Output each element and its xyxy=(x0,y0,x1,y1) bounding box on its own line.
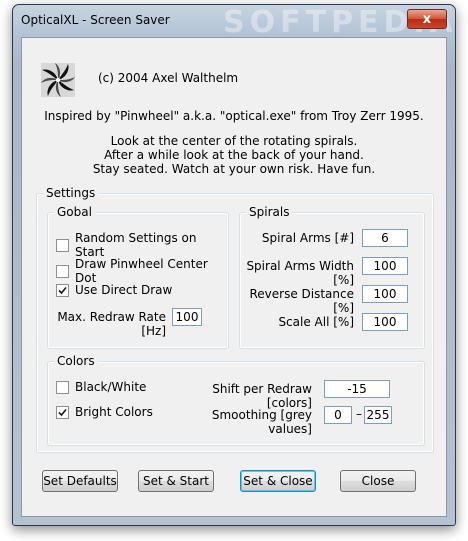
set-defaults-button[interactable]: Set Defaults xyxy=(42,470,118,492)
smoothing-range-dash: – xyxy=(356,407,362,421)
settings-group: Settings Gobal Random Settings on Start … xyxy=(36,186,434,453)
spiral-arms-label: Spiral Arms [#] xyxy=(261,231,354,245)
spirals-group-label: Spirals xyxy=(246,205,293,219)
bright-colors-check-box[interactable] xyxy=(56,405,69,419)
title-bar[interactable]: OpticalXL - Screen Saver SOFTPEDIA x xyxy=(13,5,455,40)
draw-center-dot-checkbox[interactable]: Draw Pinwheel Center Dot xyxy=(56,257,228,285)
scale-all-label: Scale All [%] xyxy=(278,315,354,329)
inspired-text: Inspired by "Pinwheel" a.k.a. "optical.e… xyxy=(44,109,424,123)
black-white-checkbox[interactable]: Black/White xyxy=(56,380,146,394)
window-close-button[interactable]: x xyxy=(407,9,447,29)
black-white-check-box[interactable] xyxy=(56,380,69,394)
set-and-close-button[interactable]: Set & Close xyxy=(240,470,316,492)
spiral-arms-width-label: Spiral Arms Width [%] xyxy=(246,259,354,287)
copyright-text: (c) 2004 Axel Walthelm xyxy=(98,71,239,85)
direct-draw-checkbox[interactable]: Use Direct Draw xyxy=(56,283,172,297)
max-redraw-rate-label: Max. Redraw Rate [Hz] xyxy=(57,310,166,338)
shift-per-redraw-label: Shift per Redraw [colors] xyxy=(212,382,312,410)
scale-all-input[interactable] xyxy=(362,313,408,331)
direct-draw-label: Use Direct Draw xyxy=(75,283,173,297)
colors-group: Colors Black/White Bright Colors Shift p… xyxy=(47,354,425,446)
spiral-arms-input[interactable] xyxy=(362,229,408,247)
max-redraw-rate-input[interactable] xyxy=(172,308,202,326)
direct-draw-check-box[interactable] xyxy=(56,283,69,297)
checkmark-icon xyxy=(58,286,67,294)
random-settings-label: Random Settings on Start xyxy=(75,231,197,259)
spiral-arms-width-input[interactable] xyxy=(362,257,408,275)
reverse-distance-label: Reverse Distance [%] xyxy=(249,287,354,315)
window-title: OpticalXL - Screen Saver xyxy=(21,13,170,27)
smoothing-max-input[interactable] xyxy=(364,406,392,424)
global-group-label: Gobal xyxy=(54,205,95,219)
shift-per-redraw-input[interactable] xyxy=(324,380,390,398)
random-settings-checkbox[interactable]: Random Settings on Start xyxy=(56,231,228,259)
global-group: Gobal Random Settings on Start Draw Pinw… xyxy=(47,205,229,349)
black-white-label: Black/White xyxy=(75,380,147,394)
instruction-line-3: Stay seated. Watch at your own risk. Hav… xyxy=(92,162,376,176)
checkmark-icon xyxy=(58,408,67,416)
smoothing-label: Smoothing [grey values] xyxy=(211,408,312,436)
dialog-client-area: (c) 2004 Axel Walthelm Inspired by "Pinw… xyxy=(21,37,447,517)
reverse-distance-input[interactable] xyxy=(362,285,408,303)
instruction-line-2: After a while look at the back of your h… xyxy=(104,148,364,162)
close-button[interactable]: Close xyxy=(340,470,416,492)
pinwheel-logo-icon xyxy=(41,63,75,97)
smoothing-min-input[interactable] xyxy=(324,406,352,424)
bright-colors-checkbox[interactable]: Bright Colors xyxy=(56,405,153,419)
random-settings-check-box[interactable] xyxy=(56,238,69,252)
set-and-start-button[interactable]: Set & Start xyxy=(138,470,214,492)
close-icon: x xyxy=(422,11,432,27)
settings-group-label: Settings xyxy=(43,186,99,200)
colors-group-label: Colors xyxy=(54,354,98,368)
spirals-group: Spirals Spiral Arms [#] Spiral Arms Widt… xyxy=(239,205,425,349)
instruction-line-1: Look at the center of the rotating spira… xyxy=(110,134,358,148)
bright-colors-label: Bright Colors xyxy=(75,405,153,419)
draw-center-dot-label: Draw Pinwheel Center Dot xyxy=(75,257,208,285)
draw-center-dot-check-box[interactable] xyxy=(56,264,69,278)
screensaver-window: OpticalXL - Screen Saver SOFTPEDIA x (c)… xyxy=(12,4,456,526)
